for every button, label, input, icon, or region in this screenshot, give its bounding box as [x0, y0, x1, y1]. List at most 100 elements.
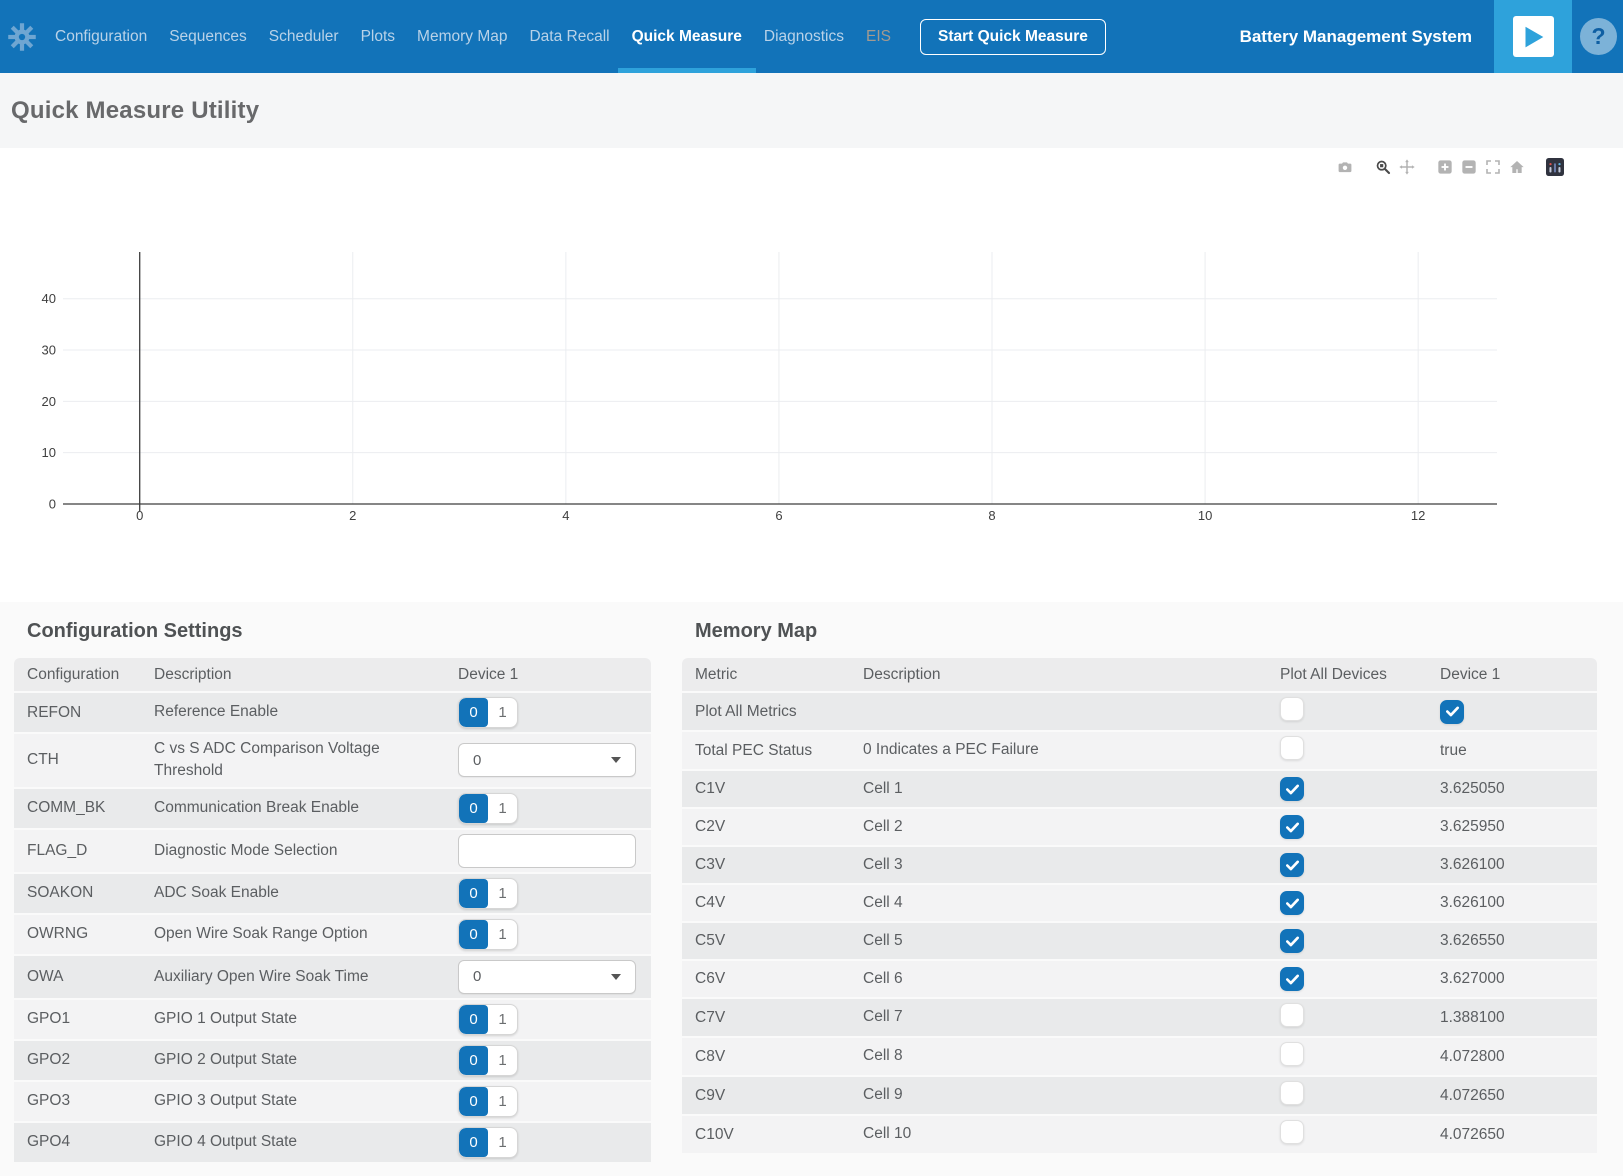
toggle-refon[interactable]: 01: [458, 697, 518, 728]
toggle-gpo1[interactable]: 01: [458, 1004, 518, 1035]
config-description: GPIO 1 Output State: [154, 999, 458, 1040]
config-description: ADC Soak Enable: [154, 873, 458, 914]
toggle-owrng-option-0[interactable]: 0: [459, 920, 488, 949]
toggle-gpo2[interactable]: 01: [458, 1045, 518, 1076]
x-tick-label: 2: [349, 508, 356, 523]
device1-checkbox-plot-all-metrics[interactable]: [1440, 700, 1464, 724]
plot-all-devices-checkbox-c10v[interactable]: [1280, 1120, 1304, 1144]
toggle-gpo4-option-0[interactable]: 0: [459, 1128, 488, 1157]
config-description: Communication Break Enable: [154, 788, 458, 829]
plotly-logo-icon[interactable]: [1543, 157, 1567, 177]
device1-cell: 3.626100: [1440, 884, 1597, 922]
memory-metric: C3V: [682, 846, 863, 884]
help-button[interactable]: ?: [1580, 18, 1617, 55]
nav-tab-configuration[interactable]: Configuration: [47, 0, 155, 73]
run-button[interactable]: [1494, 0, 1572, 73]
memory-row-c8v: C8VCell 84.072800: [682, 1037, 1597, 1076]
config-device1-cell: 0: [458, 733, 651, 788]
camera-icon[interactable]: [1333, 157, 1357, 177]
plot-all-devices-checkbox-total-pec-status[interactable]: [1280, 736, 1304, 760]
device1-cell: 4.072650: [1440, 1076, 1597, 1115]
plot-all-devices-checkbox-c4v[interactable]: [1280, 891, 1304, 915]
config-table-header-row: Configuration Description Device 1: [14, 658, 651, 692]
memory-metric: C6V: [682, 960, 863, 998]
y-tick-label: 20: [42, 394, 56, 409]
nav-tab-data-recall[interactable]: Data Recall: [521, 0, 617, 73]
nav-tab-sequences[interactable]: Sequences: [161, 0, 255, 73]
config-name: OWRNG: [14, 914, 154, 955]
config-device1-cell: 01: [458, 914, 651, 955]
plot-all-devices-cell: [1280, 1037, 1440, 1076]
plot-all-devices-checkbox-c6v[interactable]: [1280, 967, 1304, 991]
memory-row-plot-all-metrics: Plot All Metrics: [682, 692, 1597, 731]
config-row-owa: OWAAuxiliary Open Wire Soak Time0: [14, 955, 651, 999]
memory-metric: Plot All Metrics: [682, 692, 863, 731]
toggle-owrng-option-1[interactable]: 1: [488, 920, 517, 949]
toggle-soakon-option-1[interactable]: 1: [488, 879, 517, 908]
memory-description: 0 Indicates a PEC Failure: [863, 731, 1280, 770]
memory-description: Cell 6: [863, 960, 1280, 998]
toggle-gpo3-option-0[interactable]: 0: [459, 1087, 488, 1116]
toggle-soakon-option-0[interactable]: 0: [459, 879, 488, 908]
nav-tab-diagnostics[interactable]: Diagnostics: [756, 0, 852, 73]
y-tick-label: 30: [42, 343, 56, 358]
nav-tab-memory-map[interactable]: Memory Map: [409, 0, 515, 73]
plot-all-devices-checkbox-c2v[interactable]: [1280, 815, 1304, 839]
config-row-cth: CTHC vs S ADC Comparison Voltage Thresho…: [14, 733, 651, 788]
pan-icon[interactable]: [1395, 157, 1419, 177]
toggle-comm-bk-option-1[interactable]: 1: [488, 794, 517, 823]
plot-canvas[interactable]: 024681012010203040: [0, 148, 1623, 578]
plot-all-devices-checkbox-c9v[interactable]: [1280, 1081, 1304, 1105]
toggle-gpo1-option-1[interactable]: 1: [488, 1005, 517, 1034]
zoom-icon[interactable]: [1371, 157, 1395, 177]
nav-tab-quick-measure[interactable]: Quick Measure: [624, 0, 750, 73]
y-tick-label: 10: [42, 445, 56, 460]
toggle-owrng[interactable]: 01: [458, 919, 518, 950]
toggle-comm-bk-option-0[interactable]: 0: [459, 794, 488, 823]
config-col-header: Description: [154, 658, 458, 692]
plot-all-devices-cell: [1280, 770, 1440, 808]
settings-gear-icon[interactable]: [0, 23, 44, 51]
memory-row-c4v: C4VCell 43.626100: [682, 884, 1597, 922]
toggle-gpo1-option-0[interactable]: 0: [459, 1005, 488, 1034]
plot-all-devices-cell: [1280, 960, 1440, 998]
config-device1-cell: 01: [458, 1122, 651, 1163]
plot-all-devices-checkbox-c1v[interactable]: [1280, 777, 1304, 801]
toggle-gpo4-option-1[interactable]: 1: [488, 1128, 517, 1157]
toggle-soakon[interactable]: 01: [458, 878, 518, 909]
config-name: FLAG_D: [14, 829, 154, 873]
nav-tab-eis[interactable]: EIS: [858, 0, 899, 73]
plot-all-devices-checkbox-c7v[interactable]: [1280, 1003, 1304, 1027]
plot-all-devices-checkbox-c5v[interactable]: [1280, 929, 1304, 953]
toggle-comm-bk[interactable]: 01: [458, 793, 518, 824]
plot-all-devices-checkbox-c8v[interactable]: [1280, 1042, 1304, 1066]
input-flag-d[interactable]: [458, 834, 636, 868]
x-tick-label: 0: [136, 508, 143, 523]
reset-axes-home-icon[interactable]: [1505, 157, 1529, 177]
start-quick-measure-button[interactable]: Start Quick Measure: [920, 19, 1106, 55]
configuration-settings-card: Configuration Settings Configuration Des…: [14, 620, 651, 1176]
toggle-refon-option-1[interactable]: 1: [488, 698, 517, 727]
dropdown-cth[interactable]: 0: [458, 743, 636, 777]
zoom-in-icon[interactable]: [1433, 157, 1457, 177]
config-name: GPO4: [14, 1122, 154, 1163]
toggle-gpo3[interactable]: 01: [458, 1086, 518, 1117]
config-device1-cell: 01: [458, 873, 651, 914]
memory-description: Cell 7: [863, 998, 1280, 1037]
toggle-gpo2-option-1[interactable]: 1: [488, 1046, 517, 1075]
page-title: Quick Measure Utility: [11, 97, 259, 125]
plot-all-devices-checkbox-c3v[interactable]: [1280, 853, 1304, 877]
nav-tab-plots[interactable]: Plots: [353, 0, 403, 73]
zoom-out-icon[interactable]: [1457, 157, 1481, 177]
nav-tab-scheduler[interactable]: Scheduler: [261, 0, 347, 73]
help-question-icon: ?: [1591, 23, 1605, 50]
memory-metric: C8V: [682, 1037, 863, 1076]
dropdown-owa[interactable]: 0: [458, 960, 636, 994]
autoscale-icon[interactable]: [1481, 157, 1505, 177]
plot-all-devices-checkbox-plot-all-metrics[interactable]: [1280, 697, 1304, 721]
toggle-gpo3-option-1[interactable]: 1: [488, 1087, 517, 1116]
config-description: GPIO 2 Output State: [154, 1040, 458, 1081]
toggle-gpo2-option-0[interactable]: 0: [459, 1046, 488, 1075]
toggle-gpo4[interactable]: 01: [458, 1127, 518, 1158]
toggle-refon-option-0[interactable]: 0: [459, 698, 488, 727]
